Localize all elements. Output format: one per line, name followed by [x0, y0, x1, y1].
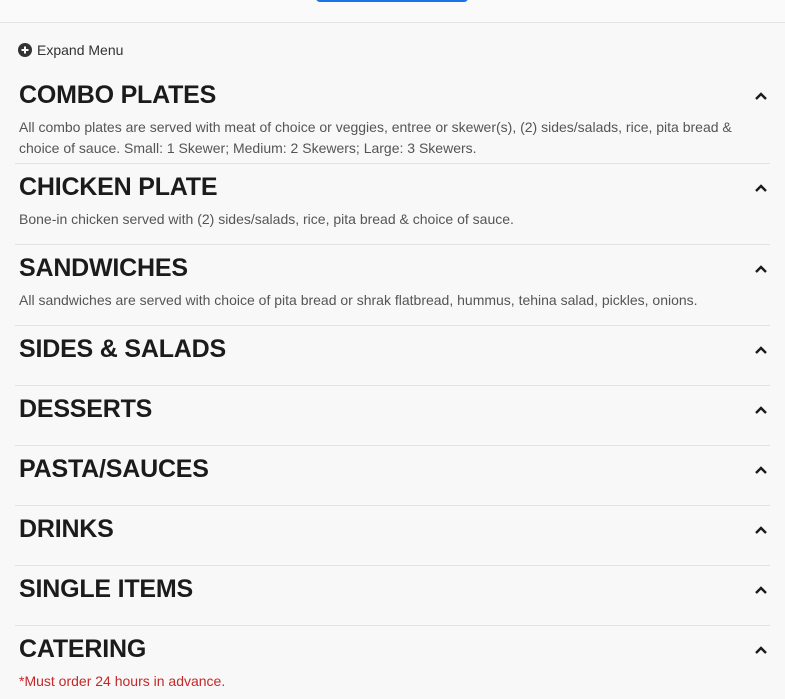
section-desserts[interactable]: DESSERTS: [15, 386, 770, 446]
menu-sections: COMBO PLATES All combo plates are served…: [15, 72, 770, 699]
chevron-up-icon[interactable]: [754, 91, 768, 101]
section-description: All combo plates are served with meat of…: [19, 119, 732, 156]
section-sides-salads[interactable]: SIDES & SALADS: [15, 326, 770, 386]
chevron-up-icon[interactable]: [754, 264, 768, 274]
chevron-up-icon[interactable]: [754, 183, 768, 193]
section-title: DRINKS: [19, 515, 114, 543]
chevron-up-icon[interactable]: [754, 525, 768, 535]
top-action-button[interactable]: [316, 0, 468, 2]
chevron-up-icon[interactable]: [754, 585, 768, 595]
expand-menu-label: Expand Menu: [37, 42, 124, 58]
chevron-up-icon[interactable]: [754, 345, 768, 355]
chevron-up-icon[interactable]: [754, 645, 768, 655]
section-title: SIDES & SALADS: [19, 335, 226, 363]
expand-menu-button[interactable]: Expand Menu: [18, 42, 123, 58]
section-title: DESSERTS: [19, 395, 153, 423]
section-drinks[interactable]: DRINKS: [15, 506, 770, 566]
section-chicken-plate[interactable]: CHICKEN PLATE Bone-in chicken served wit…: [15, 164, 770, 245]
section-title: COMBO PLATES: [19, 81, 217, 109]
section-description: Bone-in chicken served with (2) sides/sa…: [19, 211, 514, 227]
section-notice: *Must order 24 hours in advance.: [19, 673, 226, 689]
plus-circle-icon: [18, 43, 32, 57]
section-combo-plates[interactable]: COMBO PLATES All combo plates are served…: [15, 72, 770, 164]
section-title: SINGLE ITEMS: [19, 575, 194, 603]
section-title: PASTA/SAUCES: [19, 455, 209, 483]
section-title: CHICKEN PLATE: [19, 173, 218, 201]
chevron-up-icon[interactable]: [754, 465, 768, 475]
chevron-up-icon[interactable]: [754, 405, 768, 415]
section-single-items[interactable]: SINGLE ITEMS: [15, 566, 770, 626]
section-pasta-sauces[interactable]: PASTA/SAUCES: [15, 446, 770, 506]
section-description: All sandwiches are served with choice of…: [19, 292, 698, 308]
top-bar: [0, 0, 785, 23]
section-catering[interactable]: CATERING *Must order 24 hours in advance…: [15, 626, 770, 699]
section-title: CATERING: [19, 635, 147, 663]
section-sandwiches[interactable]: SANDWICHES All sandwiches are served wit…: [15, 245, 770, 326]
section-title: SANDWICHES: [19, 254, 188, 282]
